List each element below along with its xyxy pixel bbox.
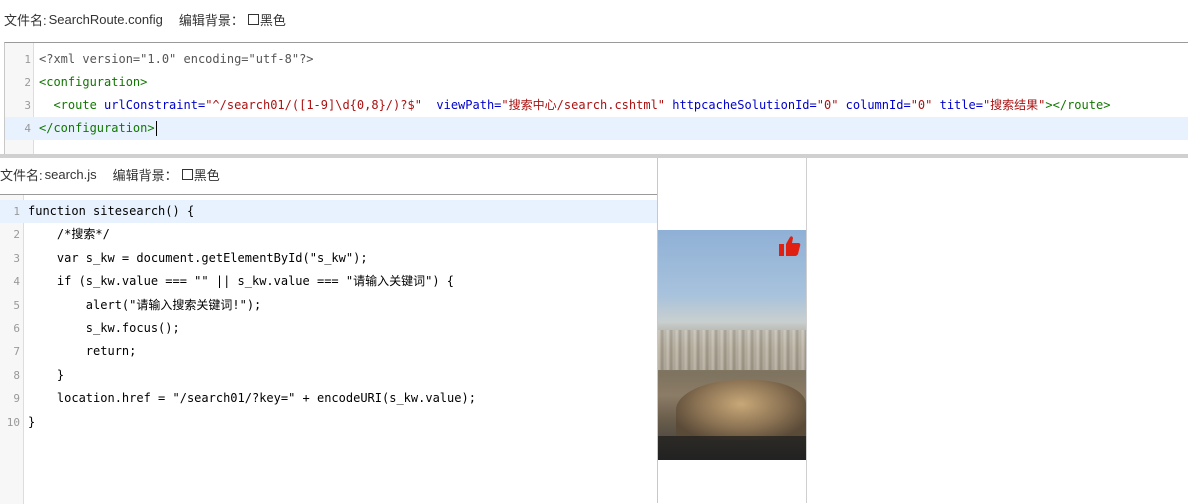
line-text: <configuration> bbox=[39, 71, 147, 94]
line-number: 7 bbox=[13, 345, 20, 358]
background-label: 编辑背景： bbox=[178, 12, 244, 28]
black-background-option: 黑色 bbox=[259, 12, 286, 28]
line-text: alert("请输入搜索关键词!"); bbox=[28, 298, 262, 312]
line-number: 9 bbox=[13, 392, 20, 405]
black-background-checkbox[interactable] bbox=[247, 13, 259, 25]
code-token: <route bbox=[53, 98, 97, 112]
js-editor-panel: 文件名: search.js 编辑背景： 黑色 1 function sitese… bbox=[0, 158, 658, 504]
line-number: 2 bbox=[13, 228, 20, 241]
line-text: <route urlConstraint="^/search01/([1-9]\… bbox=[39, 94, 1110, 117]
line-number: 6 bbox=[13, 322, 20, 335]
line-text: location.href = "/search01/?key=" + enco… bbox=[28, 391, 476, 405]
thumbs-up-icon[interactable] bbox=[778, 234, 802, 258]
code-token: httpcacheSolutionId= bbox=[665, 98, 817, 112]
code-line[interactable]: 6 s_kw.focus(); bbox=[0, 317, 657, 340]
line-number: 8 bbox=[13, 369, 20, 382]
line-text: } bbox=[28, 415, 36, 429]
photo-rocks bbox=[676, 380, 806, 440]
background-label: 编辑背景： bbox=[112, 167, 178, 183]
line-number: 4 bbox=[13, 275, 20, 288]
code-token: columnId= bbox=[838, 98, 911, 112]
photo-frame-border bbox=[806, 158, 807, 503]
line-number: 1 bbox=[13, 205, 20, 218]
photo-caption-bar bbox=[656, 436, 806, 460]
line-text: var s_kw = document.getElementById("s_kw… bbox=[28, 251, 368, 265]
code-line[interactable]: 7 return; bbox=[0, 340, 657, 363]
black-background-option: 黑色 bbox=[193, 167, 220, 183]
code-editor[interactable]: 1 function sitesearch() {2 /*搜索*/3 var s_… bbox=[0, 194, 657, 504]
line-text: } bbox=[28, 368, 65, 382]
line-text: </configuration> bbox=[39, 117, 157, 140]
code-token: title= bbox=[932, 98, 983, 112]
code-line[interactable]: 4 if (s_kw.value === "" || s_kw.value ==… bbox=[0, 270, 657, 293]
line-number: 5 bbox=[13, 299, 20, 312]
file-name-label: 文件名: bbox=[0, 167, 43, 183]
code-line[interactable]: 2 /*搜索*/ bbox=[0, 223, 657, 246]
code-token: "0" bbox=[910, 98, 933, 112]
line-text: function sitesearch() { bbox=[28, 204, 195, 218]
file-name: search.js bbox=[44, 166, 97, 182]
photo-town-area bbox=[656, 330, 806, 370]
code-token: ></route> bbox=[1045, 98, 1111, 112]
black-background-checkbox[interactable] bbox=[181, 168, 193, 180]
line-text: <?xml version="1.0" encoding="utf-8"?> bbox=[39, 48, 314, 71]
line-text: if (s_kw.value === "" || s_kw.value === … bbox=[28, 274, 455, 288]
code-token: "^/search01/([1-9]\d{0,8}/)?$" bbox=[205, 98, 422, 112]
code-line[interactable]: 1 <?xml version="1.0" encoding="utf-8"?> bbox=[5, 48, 1188, 71]
line-number: 3 bbox=[13, 252, 20, 265]
landscape-photo bbox=[656, 230, 806, 460]
config-editor-panel: 文件名: SearchRoute.config 编辑背景： 黑色 1 <?xml … bbox=[0, 0, 1188, 156]
code-token: viewPath= bbox=[421, 98, 502, 112]
line-text: return; bbox=[28, 344, 137, 358]
code-line[interactable]: 3 var s_kw = document.getElementById("s_… bbox=[0, 247, 657, 270]
line-number: 1 bbox=[24, 53, 31, 66]
file-header: 文件名: search.js 编辑背景： 黑色 bbox=[0, 163, 220, 185]
line-number: 10 bbox=[6, 416, 20, 429]
line-text: /*搜索*/ bbox=[28, 227, 110, 241]
code-token: "搜索中心/search.cshtml" bbox=[501, 98, 666, 112]
code-line[interactable]: 8 } bbox=[0, 364, 657, 387]
code-line[interactable]: 2 <configuration> bbox=[5, 71, 1188, 94]
text-cursor bbox=[155, 121, 157, 136]
code-line[interactable]: 5 alert("请输入搜索关键词!"); bbox=[0, 294, 657, 317]
code-line[interactable]: 3 <route urlConstraint="^/search01/([1-9… bbox=[5, 94, 1188, 117]
code-editor[interactable]: 1 <?xml version="1.0" encoding="utf-8"?> 2… bbox=[4, 42, 1188, 155]
file-name-label: 文件名: bbox=[4, 12, 47, 28]
code-token: </configuration> bbox=[39, 121, 155, 135]
code-token: "搜索结果" bbox=[982, 98, 1046, 112]
code-line[interactable]: 1 function sitesearch() { bbox=[0, 200, 657, 223]
line-number: 2 bbox=[24, 76, 31, 89]
line-number: 3 bbox=[24, 99, 31, 112]
code-token: <?xml version="1.0" encoding="utf-8"?> bbox=[39, 52, 314, 66]
code-line[interactable]: 9 location.href = "/search01/?key=" + en… bbox=[0, 387, 657, 410]
file-name: SearchRoute.config bbox=[48, 11, 163, 27]
line-number: 4 bbox=[24, 122, 31, 135]
code-token: <configuration> bbox=[39, 75, 148, 89]
code-token: urlConstraint= bbox=[96, 98, 206, 112]
code-line[interactable]: 10} bbox=[0, 411, 657, 434]
file-header: 文件名: SearchRoute.config 编辑背景： 黑色 bbox=[4, 8, 286, 30]
line-text: s_kw.focus(); bbox=[28, 321, 180, 335]
code-token: "0" bbox=[816, 98, 839, 112]
code-line[interactable]: 4 </configuration> bbox=[5, 117, 1188, 140]
